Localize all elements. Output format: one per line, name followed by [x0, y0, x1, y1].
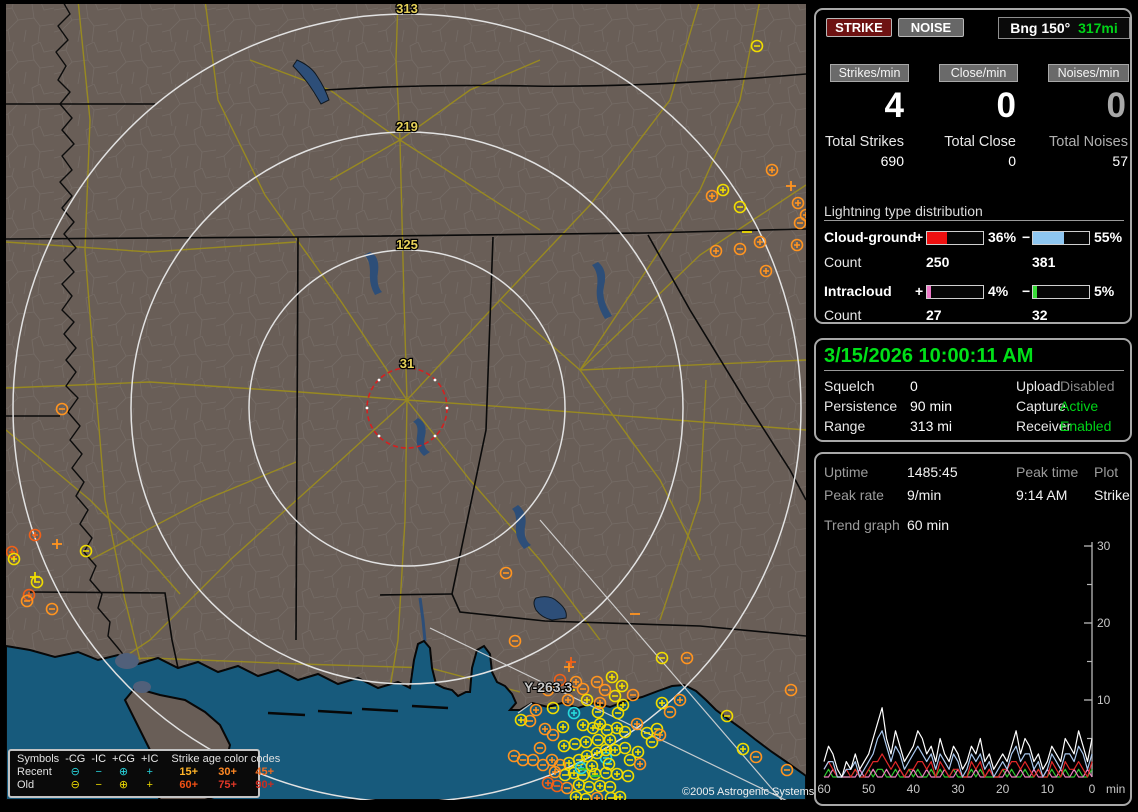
trend-window-value: 60 min [907, 517, 950, 533]
uptime-value: 1485:45 [907, 464, 958, 480]
svg-text:0: 0 [1089, 782, 1096, 796]
receiver-status: Enabled [1060, 418, 1112, 434]
neg-cg-old-icon: ⊖ [70, 779, 80, 791]
trend-graph-label: Trend graph [824, 517, 900, 533]
total-close-value: 0 [1008, 153, 1016, 169]
svg-text:125: 125 [396, 237, 418, 252]
total-strikes-value: 690 [880, 153, 904, 169]
svg-text:313: 313 [396, 1, 418, 16]
pos-ic-recent-icon: + [146, 766, 153, 778]
bearing-readout: Bng 150° 317mi [998, 17, 1130, 39]
ic-neg-pct: 5% [1094, 283, 1115, 299]
strikes-per-min-value: 4 [884, 86, 904, 125]
bearing-distance: 317mi [1078, 20, 1118, 36]
legend-age-header: Strike age color codes [171, 753, 281, 765]
ic-minus-sign: − [1022, 283, 1031, 299]
cg-plus-sign: + [915, 229, 924, 245]
ic-pos-pct: 4% [988, 283, 1009, 299]
bearing-label: Bng 150° [1010, 20, 1071, 36]
trend-graph: 10 20 30 60 50 40 30 20 10 0 min [817, 539, 1125, 796]
capture-status: Active [1060, 398, 1099, 414]
close-per-min-value: 0 [996, 86, 1016, 125]
total-noises-value: 57 [1112, 153, 1128, 169]
persistence-value: 90 min [910, 398, 953, 414]
storm-cell-label: Y-263.3 [524, 679, 572, 695]
svg-text:30: 30 [1097, 539, 1111, 553]
cloud-ground-label: Cloud-ground [824, 229, 917, 245]
pos-ic-old-icon: + [146, 779, 153, 791]
distribution-header: Lightning type distribution [824, 203, 983, 219]
noises-per-min-value: 0 [1106, 86, 1126, 125]
ic-neg-count: 32 [1032, 307, 1048, 323]
cg-neg-pct: 55% [1094, 229, 1123, 245]
copyright-text: ©2005 Astrogenic Systems [682, 786, 815, 798]
legend-symbols-header: Symbols [17, 753, 60, 765]
strike-mode-button[interactable]: STRIKE [826, 18, 892, 37]
svg-text:20: 20 [1097, 616, 1111, 630]
squelch-label: Squelch [824, 378, 875, 394]
total-noises-label: Total Noises [1049, 134, 1128, 150]
upload-label: Upload [1016, 378, 1061, 394]
svg-text:219: 219 [396, 119, 418, 134]
cg-minus-sign: − [1022, 229, 1031, 245]
peak-time-value: 9:14 AM [1016, 487, 1068, 503]
strikes-per-min-button[interactable]: Strikes/min [830, 64, 909, 82]
squelch-value: 0 [910, 378, 918, 394]
noises-per-min-button[interactable]: Noises/min [1048, 64, 1129, 82]
svg-text:30: 30 [951, 782, 965, 796]
svg-text:31: 31 [400, 356, 414, 371]
persistence-label: Persistence [824, 398, 898, 414]
cg-pos-bar [926, 231, 984, 245]
ic-count-label: Count [824, 307, 862, 323]
ic-pos-count: 27 [926, 307, 942, 323]
svg-text:min: min [1106, 782, 1125, 796]
cg-neg-bar [1032, 231, 1090, 245]
map-symbol-legend: Symbols -CG -IC +CG +IC Strike age color c… [8, 749, 280, 798]
trend-panel: Uptime 1485:45 Peak time Plot Peak rate … [814, 452, 1132, 806]
cg-count-label: Count [824, 254, 862, 270]
svg-text:10: 10 [1041, 782, 1055, 796]
plot-mode-value: Strike [1094, 487, 1130, 503]
capture-label: Capture [1016, 398, 1066, 414]
svg-text:60: 60 [817, 782, 831, 796]
datetime-display: 3/15/2026 10:00:11 AM [824, 345, 1034, 367]
legend-old-label: Old [17, 779, 35, 791]
neg-ic-old-icon: − [95, 779, 102, 791]
total-close-label: Total Close [944, 134, 1016, 150]
lake-borgne [133, 681, 151, 693]
legend-recent-label: Recent [17, 766, 52, 778]
uptime-label: Uptime [824, 464, 869, 480]
ic-plus-sign: + [915, 283, 924, 299]
peak-rate-label: Peak rate [824, 487, 884, 503]
cg-pos-count: 250 [926, 254, 950, 270]
cg-neg-count: 381 [1032, 254, 1056, 270]
svg-text:50: 50 [862, 782, 876, 796]
range-label: Range [824, 418, 866, 434]
peak-time-label: Peak time [1016, 464, 1079, 480]
lake-pontchartrain [115, 653, 139, 669]
total-strikes-label: Total Strikes [825, 134, 904, 150]
counters-panel: STRIKE NOISE Bng 150° 317mi Strikes/min … [814, 8, 1132, 324]
ic-pos-bar [926, 285, 984, 299]
neg-ic-recent-icon: − [95, 766, 102, 778]
ic-neg-bar [1032, 285, 1090, 299]
neg-cg-recent-icon: ⊖ [70, 766, 80, 778]
range-value: 313 mi [910, 418, 953, 434]
upload-status: Disabled [1060, 378, 1115, 394]
status-panel: 3/15/2026 10:00:11 AM Squelch 0 Upload D… [814, 338, 1132, 442]
pos-cg-old-icon: ⊕ [118, 779, 129, 791]
svg-text:10: 10 [1097, 693, 1111, 707]
close-per-min-button[interactable]: Close/min [939, 64, 1018, 82]
noise-mode-button[interactable]: NOISE [898, 18, 964, 37]
pos-cg-recent-icon: ⊕ [118, 766, 129, 778]
plot-label: Plot [1094, 464, 1119, 480]
lightning-map[interactable]: 313 219 125 31 Y-263.3 [0, 0, 812, 812]
svg-text:20: 20 [996, 782, 1010, 796]
intracloud-label: Intracloud [824, 283, 892, 299]
peak-rate-value: 9/min [907, 487, 942, 503]
svg-text:40: 40 [907, 782, 921, 796]
cg-pos-pct: 36% [988, 229, 1017, 245]
